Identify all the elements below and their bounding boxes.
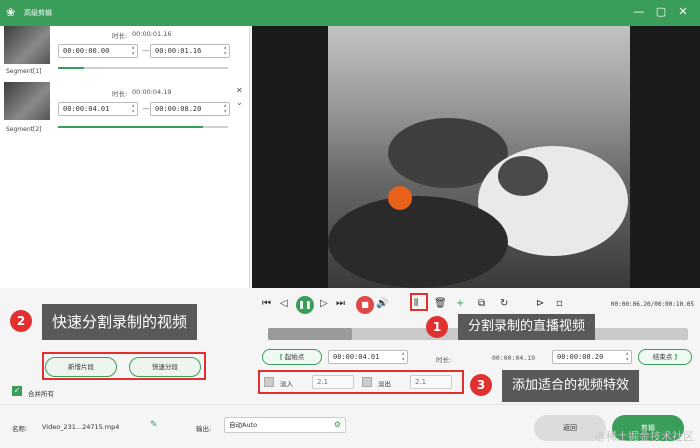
callout-number-1: 1 bbox=[426, 316, 448, 338]
split-highlight-box bbox=[410, 293, 428, 311]
fade-out-label: 淡出 bbox=[378, 380, 391, 388]
maximize-button[interactable]: ▢ bbox=[652, 5, 670, 18]
reset-icon[interactable]: ↻ bbox=[500, 298, 508, 309]
cut-start-input[interactable]: 00:00:04.01 ▴ ▾ bbox=[328, 350, 408, 364]
range-dash: — bbox=[142, 46, 150, 55]
skip-start-icon[interactable]: ⏮ bbox=[262, 298, 271, 309]
close-button[interactable]: ✕ bbox=[674, 5, 692, 18]
fade-in-input[interactable]: 2.1 bbox=[312, 375, 354, 389]
segment-end-input[interactable]: 00:00:08.20 ▴ ▾ bbox=[150, 102, 230, 116]
delete-icon[interactable]: 🗑 bbox=[434, 298, 447, 309]
prev-frame-icon[interactable]: ◁ bbox=[280, 298, 288, 309]
video-frame bbox=[328, 26, 630, 288]
name-label: 名称: bbox=[12, 425, 28, 433]
segment-thumbnail bbox=[4, 26, 50, 64]
segment-start-input[interactable]: 00:00:00.00 ▴ ▾ bbox=[58, 44, 138, 58]
segment-list: Segment[1] 时长: 00:00:01.16 00:00:00.00 ▴ ▾… bbox=[0, 26, 250, 288]
new-segment-button[interactable]: 新增片段 bbox=[45, 357, 117, 377]
duration-label: 时长: bbox=[112, 90, 128, 98]
fade-out-checkbox[interactable] bbox=[362, 377, 372, 387]
set-end-button[interactable]: 结束点 ] bbox=[638, 349, 692, 365]
segment-start-input[interactable]: 00:00:04.01 ▴ ▾ bbox=[58, 102, 138, 116]
marker-in-icon[interactable]: ⊳ bbox=[536, 298, 544, 309]
cut-range-bar: [ 起始点 00:00:04.01 ▴ ▾ 时长: 00:00:04.19 00:0… bbox=[262, 348, 692, 366]
quick-split-button[interactable]: 快速分段 bbox=[129, 357, 201, 377]
callout-number-3: 3 bbox=[470, 374, 492, 396]
window-title: 高级剪辑 bbox=[24, 9, 52, 17]
fade-in-checkbox[interactable] bbox=[264, 377, 274, 387]
marker-out-icon[interactable]: ▫ bbox=[556, 298, 563, 309]
set-start-button[interactable]: [ 起始点 bbox=[262, 349, 322, 365]
duration-value: 00:00:01.16 bbox=[132, 30, 172, 38]
segment-thumbnail bbox=[4, 82, 50, 120]
callout-2: 快速分割录制的视频 bbox=[42, 304, 198, 340]
file-name: Video_231...24715.mp4 bbox=[42, 423, 120, 431]
duration-value: 00:00:04.19 bbox=[132, 88, 172, 96]
copy-icon[interactable]: ⧉ bbox=[478, 298, 485, 309]
title-bar: ❀ 高级剪辑 — ▢ ✕ bbox=[0, 0, 700, 26]
callout-3: 添加适合的视频特效 bbox=[502, 370, 640, 402]
segment-end-input[interactable]: 00:00:01.16 ▴ ▾ bbox=[150, 44, 230, 58]
cut-duration-label: 时长: bbox=[436, 356, 452, 364]
output-path-field[interactable]: 自动Auto ⚙ bbox=[224, 417, 346, 433]
skip-end-icon[interactable]: ⏭ bbox=[336, 298, 345, 309]
duration-label: 时长: bbox=[112, 32, 128, 40]
cut-end-input[interactable]: 00:00:08.20 ▴ ▾ bbox=[552, 350, 632, 364]
video-preview bbox=[252, 26, 700, 288]
merge-all-checkbox[interactable]: ✓ bbox=[12, 386, 22, 396]
output-label: 输出: bbox=[196, 425, 212, 433]
minimize-button[interactable]: — bbox=[630, 5, 648, 18]
merge-all-label: 合并所有 bbox=[28, 390, 54, 398]
pause-button[interactable]: ❚❚ bbox=[296, 296, 314, 314]
settings-gear-icon[interactable]: ⚙ bbox=[334, 418, 341, 432]
segment-label: Segment[1] bbox=[6, 68, 42, 75]
segment-label: Segment[2] bbox=[6, 126, 42, 133]
chevron-down-icon[interactable]: ⌄ bbox=[236, 98, 243, 107]
app-logo-icon: ❀ bbox=[6, 6, 16, 19]
segment-item[interactable]: Segment[1] 时长: 00:00:01.16 00:00:00.00 ▴ ▾… bbox=[0, 26, 250, 78]
fade-in-label: 淡入 bbox=[280, 380, 293, 388]
next-frame-icon[interactable]: ▷ bbox=[320, 298, 328, 309]
edit-name-icon[interactable]: ✎ bbox=[150, 420, 158, 430]
close-icon[interactable]: ✕ bbox=[236, 86, 243, 95]
volume-icon[interactable]: 🔊 bbox=[376, 298, 388, 309]
callout-number-2: 2 bbox=[10, 310, 32, 332]
fade-out-input[interactable]: 2.1 bbox=[410, 375, 452, 389]
segment-item[interactable]: Segment[2] 时长: 00:00:04.19 ✕ ⌄ 00:00:04.… bbox=[0, 82, 250, 134]
time-readout: 00:00:06.20/00:00:10.05 bbox=[610, 301, 694, 308]
segment-progress bbox=[58, 126, 228, 128]
stop-button[interactable]: ■ bbox=[356, 296, 374, 314]
segment-progress bbox=[58, 67, 228, 69]
callout-1: 分割录制的直播视频 bbox=[458, 314, 596, 340]
effects-highlight-box: 淡入 2.1 淡出 2.1 bbox=[258, 370, 464, 394]
add-icon[interactable]: + bbox=[456, 298, 464, 309]
cut-duration-value: 00:00:04.19 bbox=[492, 354, 536, 362]
range-dash: — bbox=[142, 104, 150, 113]
watermark: @稀土掘金技术社区 bbox=[595, 430, 694, 443]
